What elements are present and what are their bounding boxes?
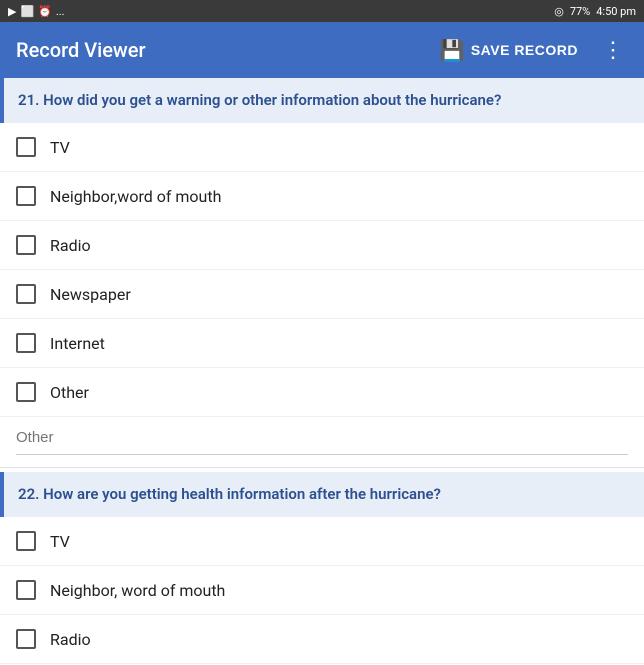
checkbox-q21-tv[interactable] [16, 137, 36, 157]
app-bar: Record Viewer 💾 SAVE RECORD ⋮ [0, 22, 644, 78]
divider-q21 [0, 467, 644, 468]
option-q21-internet[interactable]: Internet [0, 319, 644, 368]
label-q21-radio: Radio [50, 236, 91, 255]
location-icon: ◎ [554, 5, 564, 18]
app-bar-actions: 💾 SAVE RECORD ⋮ [431, 33, 628, 67]
save-disk-icon: 💾 [439, 38, 464, 63]
clock-time: 4:50 pm [596, 5, 636, 18]
checkbox-q21-internet[interactable] [16, 333, 36, 353]
option-q21-radio[interactable]: Radio [0, 221, 644, 270]
status-dots: ... [56, 5, 65, 18]
label-q22-tv: TV [50, 532, 70, 551]
checkbox-q21-other[interactable] [16, 382, 36, 402]
option-q21-newspaper[interactable]: Newspaper [0, 270, 644, 319]
save-record-button[interactable]: 💾 SAVE RECORD [431, 34, 586, 67]
status-left-icons: ▶ ⬜ ⏰ ... [8, 5, 65, 18]
option-q22-neighbor[interactable]: Neighbor, word of mouth [0, 566, 644, 615]
other-input-container-q21 [0, 417, 644, 463]
checkbox-q22-tv[interactable] [16, 531, 36, 551]
option-q21-neighbor[interactable]: Neighbor,word of mouth [0, 172, 644, 221]
question-22-header: 22. How are you getting health informati… [0, 472, 644, 517]
status-bar: ▶ ⬜ ⏰ ... ◎ 77% 4:50 pm [0, 0, 644, 22]
label-q21-other: Other [50, 383, 89, 402]
label-q21-internet: Internet [50, 334, 105, 353]
checkbox-q22-neighbor[interactable] [16, 580, 36, 600]
option-q22-radio[interactable]: Radio [0, 615, 644, 664]
more-options-button[interactable]: ⋮ [598, 33, 628, 67]
checkbox-q21-radio[interactable] [16, 235, 36, 255]
app-title: Record Viewer [16, 38, 146, 62]
signal-icon: ▶ [8, 5, 16, 18]
checkbox-q21-newspaper[interactable] [16, 284, 36, 304]
option-q21-other[interactable]: Other [0, 368, 644, 417]
battery-level: 77% [570, 5, 590, 18]
question-21: 21. How did you get a warning or other i… [0, 78, 644, 468]
checkbox-q22-radio[interactable] [16, 629, 36, 649]
status-right-info: ◎ 77% 4:50 pm [554, 5, 636, 18]
label-q22-neighbor: Neighbor, word of mouth [50, 581, 225, 600]
label-q21-tv: TV [50, 138, 70, 157]
checkbox-q21-neighbor[interactable] [16, 186, 36, 206]
cast-icon: ⬜ [20, 5, 34, 18]
other-text-input-q21[interactable] [16, 421, 628, 455]
option-q22-tv[interactable]: TV [0, 517, 644, 566]
label-q22-radio: Radio [50, 630, 91, 649]
content-scroll[interactable]: 21. How did you get a warning or other i… [0, 78, 644, 665]
save-record-label: SAVE RECORD [471, 42, 578, 58]
label-q21-newspaper: Newspaper [50, 285, 131, 304]
question-21-header: 21. How did you get a warning or other i… [0, 78, 644, 123]
question-22: 22. How are you getting health informati… [0, 472, 644, 665]
option-q21-tv[interactable]: TV [0, 123, 644, 172]
label-q21-neighbor: Neighbor,word of mouth [50, 187, 221, 206]
alarm-icon: ⏰ [38, 5, 52, 18]
